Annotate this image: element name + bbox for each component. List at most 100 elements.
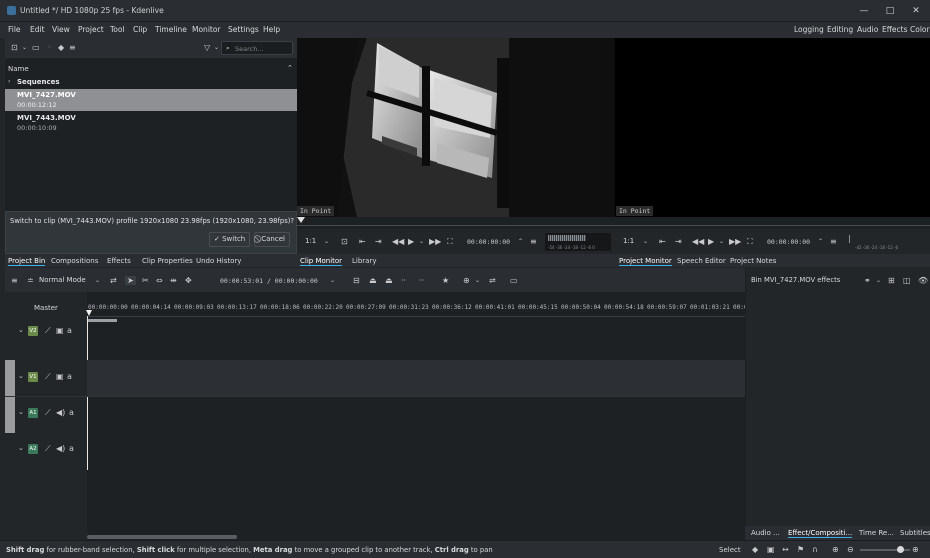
tab-project-bin[interactable]: Project Bin bbox=[8, 257, 46, 266]
project-timecode[interactable]: 00:00:00:00 bbox=[767, 238, 810, 246]
track-name-badge[interactable]: A2 bbox=[28, 444, 38, 454]
hide-track-icon[interactable]: ⟋ bbox=[45, 372, 51, 381]
add-clip-icon[interactable]: ⊡ bbox=[11, 43, 18, 52]
menu-settings[interactable]: Settings bbox=[228, 25, 259, 34]
zone-marker[interactable] bbox=[87, 319, 117, 322]
track-name-badge[interactable]: A1 bbox=[28, 408, 38, 418]
timeline-scrollbar[interactable] bbox=[87, 535, 237, 539]
play-icon[interactable]: ▶ bbox=[408, 237, 414, 246]
tab-project-notes[interactable]: Project Notes bbox=[730, 257, 776, 265]
mode-chevron-icon[interactable]: ⌄ bbox=[95, 276, 100, 285]
hide-track-icon[interactable]: ⟋ bbox=[45, 326, 51, 335]
fullscreen-icon[interactable]: ⛶ bbox=[447, 237, 453, 246]
forward-icon[interactable]: ▶▶ bbox=[729, 237, 741, 246]
zoom-level[interactable]: 1:1 bbox=[305, 237, 316, 245]
mute-audio-icon[interactable]: ◀) bbox=[56, 444, 65, 453]
maximize-button[interactable]: □ bbox=[882, 4, 898, 18]
layout-audio[interactable]: Audio bbox=[857, 25, 878, 34]
tab-speech-editor[interactable]: Speech Editor bbox=[677, 257, 726, 265]
menu-project[interactable]: Project bbox=[78, 25, 104, 34]
search-input[interactable]: ⌕ Search... bbox=[221, 41, 293, 55]
zoom-level[interactable]: 1:1 bbox=[623, 237, 634, 245]
play-chevron-icon[interactable]: ⌄ bbox=[719, 237, 724, 246]
snap-icon[interactable]: ◆ bbox=[752, 545, 758, 554]
tab-project-monitor[interactable]: Project Monitor bbox=[619, 257, 672, 266]
mute-video-icon[interactable]: ▣ bbox=[56, 326, 64, 335]
play-icon[interactable]: ▶ bbox=[708, 237, 714, 246]
timeline-track-v1[interactable] bbox=[87, 360, 745, 396]
edit-mode-select[interactable]: Normal Mode bbox=[39, 276, 86, 284]
audio-align-icon[interactable]: ⇌ bbox=[489, 276, 496, 285]
target-icon[interactable]: ⟋ bbox=[45, 408, 51, 417]
menu-timeline[interactable]: Timeline bbox=[155, 25, 187, 34]
filter-icon[interactable]: ▽ bbox=[204, 43, 210, 52]
switch-button[interactable]: ✓ Switch bbox=[209, 232, 251, 247]
tab-subtitles[interactable]: Subtitles bbox=[900, 529, 930, 537]
zoom-in-icon[interactable]: ⊕ bbox=[832, 545, 839, 554]
zoom-fit-icon[interactable]: ⊕ bbox=[912, 545, 919, 554]
select-tool-icon[interactable]: ➤ bbox=[125, 276, 136, 285]
menu-edit[interactable]: Edit bbox=[30, 25, 45, 34]
menu-help[interactable]: Help bbox=[263, 25, 280, 34]
lock-icon[interactable]: a bbox=[69, 408, 74, 417]
tab-time-remap[interactable]: Time Re... bbox=[859, 529, 894, 537]
lock-icon[interactable]: a bbox=[67, 326, 72, 335]
rewind-icon[interactable]: ◀◀ bbox=[692, 237, 704, 246]
layout-editing[interactable]: Editing bbox=[827, 25, 853, 34]
add-guide-icon[interactable]: ⊕ bbox=[463, 276, 470, 285]
set-out-icon[interactable]: ⇥ bbox=[375, 237, 382, 246]
tab-library[interactable]: Library bbox=[352, 257, 376, 265]
zoom-chevron-icon[interactable]: ⌄ bbox=[324, 237, 329, 246]
menu-view[interactable]: View bbox=[52, 25, 70, 34]
tab-audio-mixer[interactable]: Audio ... bbox=[751, 529, 780, 537]
set-in-icon[interactable]: ⇤ bbox=[359, 237, 366, 246]
project-monitor-view[interactable]: In Point bbox=[615, 38, 930, 217]
rewind-icon[interactable]: ◀◀ bbox=[392, 237, 404, 246]
multicam-tool-icon[interactable]: ✥ bbox=[185, 276, 192, 285]
split-icon[interactable]: ↔ bbox=[782, 545, 789, 554]
track-menu-icon[interactable]: ≡ bbox=[11, 276, 18, 285]
minimize-button[interactable]: — bbox=[856, 4, 872, 18]
menu-monitor[interactable]: Monitor bbox=[192, 25, 221, 34]
magnet-icon[interactable]: ∩ bbox=[812, 545, 818, 554]
menu-tool[interactable]: Tool bbox=[110, 25, 125, 34]
timecode-spin-icon[interactable]: ⌃ bbox=[518, 237, 523, 246]
filter-chevron-icon[interactable]: ⌄ bbox=[214, 43, 219, 52]
marker-icon[interactable]: ⚑ bbox=[797, 545, 804, 554]
target-icon[interactable]: ⟋ bbox=[45, 444, 51, 453]
collapse-chevron-icon[interactable]: ⌄ bbox=[18, 408, 24, 417]
folder-icon[interactable]: ▭ bbox=[32, 43, 40, 52]
menu-icon[interactable]: ≡ bbox=[69, 43, 76, 52]
lock-icon[interactable]: a bbox=[69, 444, 74, 453]
zoom-out-icon[interactable]: ⊖ bbox=[847, 545, 854, 554]
lock-icon[interactable]: a bbox=[67, 372, 72, 381]
safe-zone-icon[interactable]: ⊡ bbox=[341, 237, 348, 246]
bin-clip-item[interactable]: MVI_7443.MOV 00:00:10:09 bbox=[5, 112, 297, 134]
project-monitor-ruler[interactable] bbox=[615, 217, 930, 229]
timecode-spin-icon[interactable]: ⌃ bbox=[818, 237, 823, 246]
play-chevron-icon[interactable]: ⌄ bbox=[419, 237, 424, 246]
layout-logging[interactable]: Logging bbox=[794, 25, 824, 34]
forward-icon[interactable]: ▶▶ bbox=[429, 237, 441, 246]
timecode-chevron-icon[interactable]: ⌄ bbox=[330, 276, 335, 285]
bin-column-header[interactable]: Name ⌃ bbox=[5, 63, 297, 75]
mute-audio-icon[interactable]: ◀) bbox=[56, 408, 65, 417]
cancel-button[interactable]: ⃠ Cancel bbox=[254, 232, 290, 247]
folder-sequences[interactable]: › Sequences bbox=[5, 77, 297, 88]
collapse-icon[interactable]: ◫ bbox=[903, 276, 911, 285]
menu-clip[interactable]: Clip bbox=[133, 25, 147, 34]
master-label[interactable]: Master bbox=[34, 304, 58, 312]
mute-video-icon[interactable]: ▣ bbox=[56, 372, 64, 381]
subtitle-icon[interactable]: ▭ bbox=[510, 276, 518, 285]
bin-clip-item[interactable]: MVI_7427.MOV 00:00:12:12 bbox=[5, 89, 297, 111]
monitor-menu-icon[interactable]: ≡ bbox=[530, 237, 537, 246]
sort-chevron-icon[interactable]: ⌃ bbox=[287, 64, 293, 72]
track-name-badge[interactable]: V1 bbox=[28, 372, 38, 382]
extract-icon[interactable]: ·· bbox=[401, 276, 406, 285]
tab-effects[interactable]: Effects bbox=[107, 257, 131, 265]
clip-timecode[interactable]: 00:00:00:00 bbox=[467, 238, 510, 246]
monitor-menu-icon[interactable]: ≡ bbox=[830, 237, 837, 246]
track-name-badge[interactable]: V2 bbox=[28, 326, 38, 336]
menu-file[interactable]: File bbox=[8, 25, 21, 34]
zoom-chevron-icon[interactable]: ⌄ bbox=[643, 237, 648, 246]
